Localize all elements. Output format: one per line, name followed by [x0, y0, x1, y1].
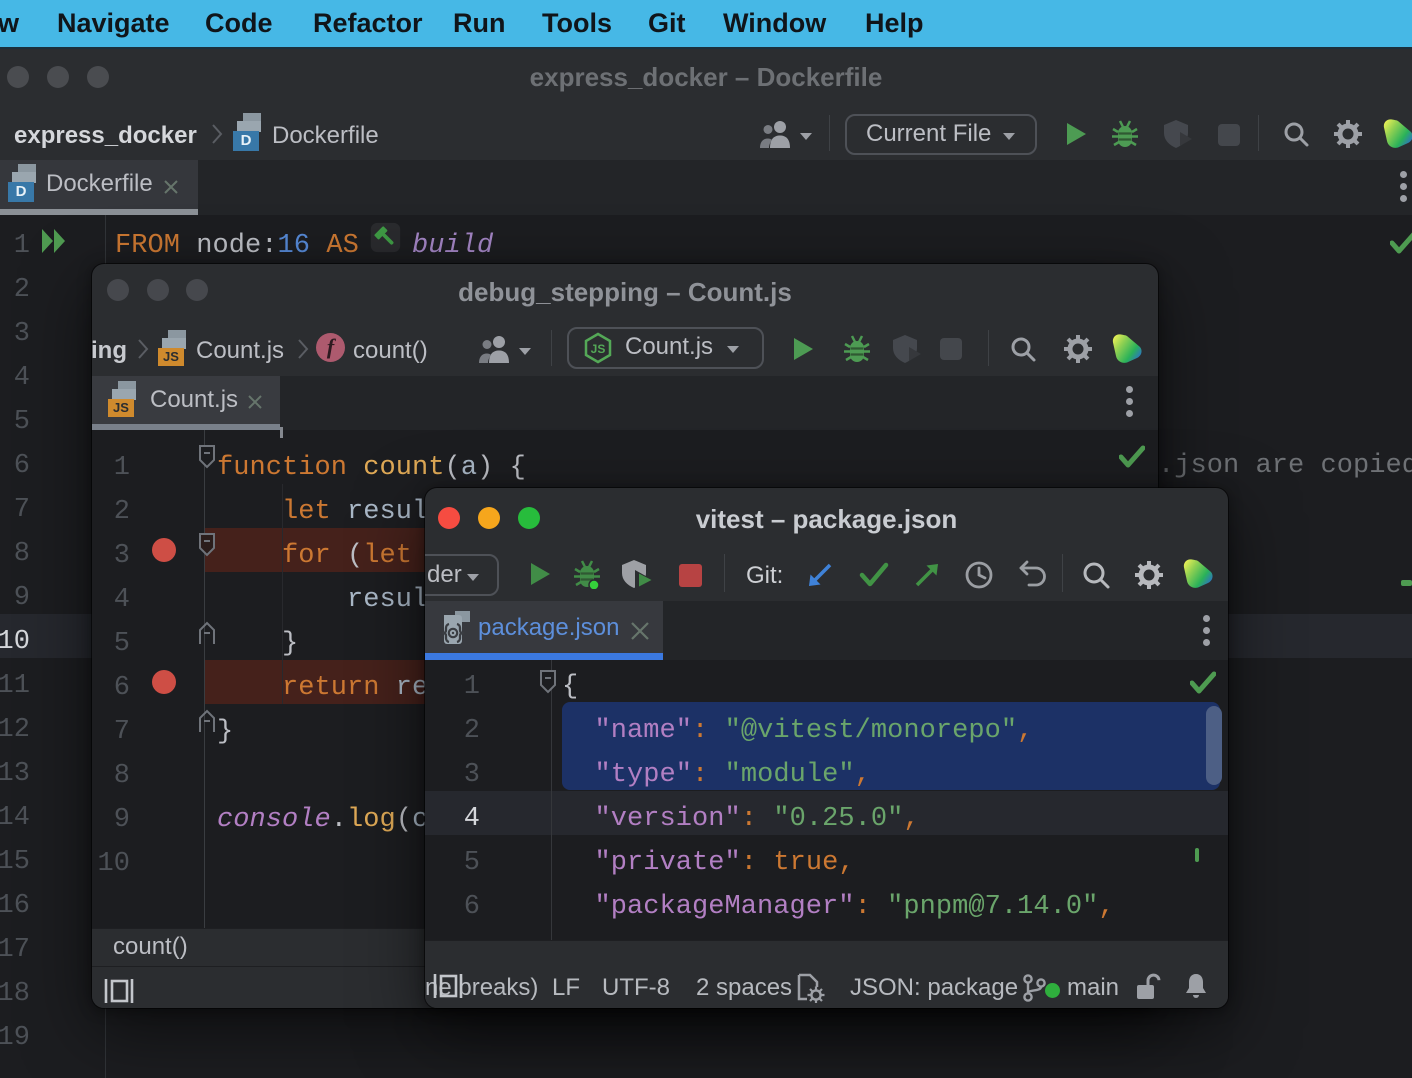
svg-text:JS: JS	[591, 342, 606, 356]
